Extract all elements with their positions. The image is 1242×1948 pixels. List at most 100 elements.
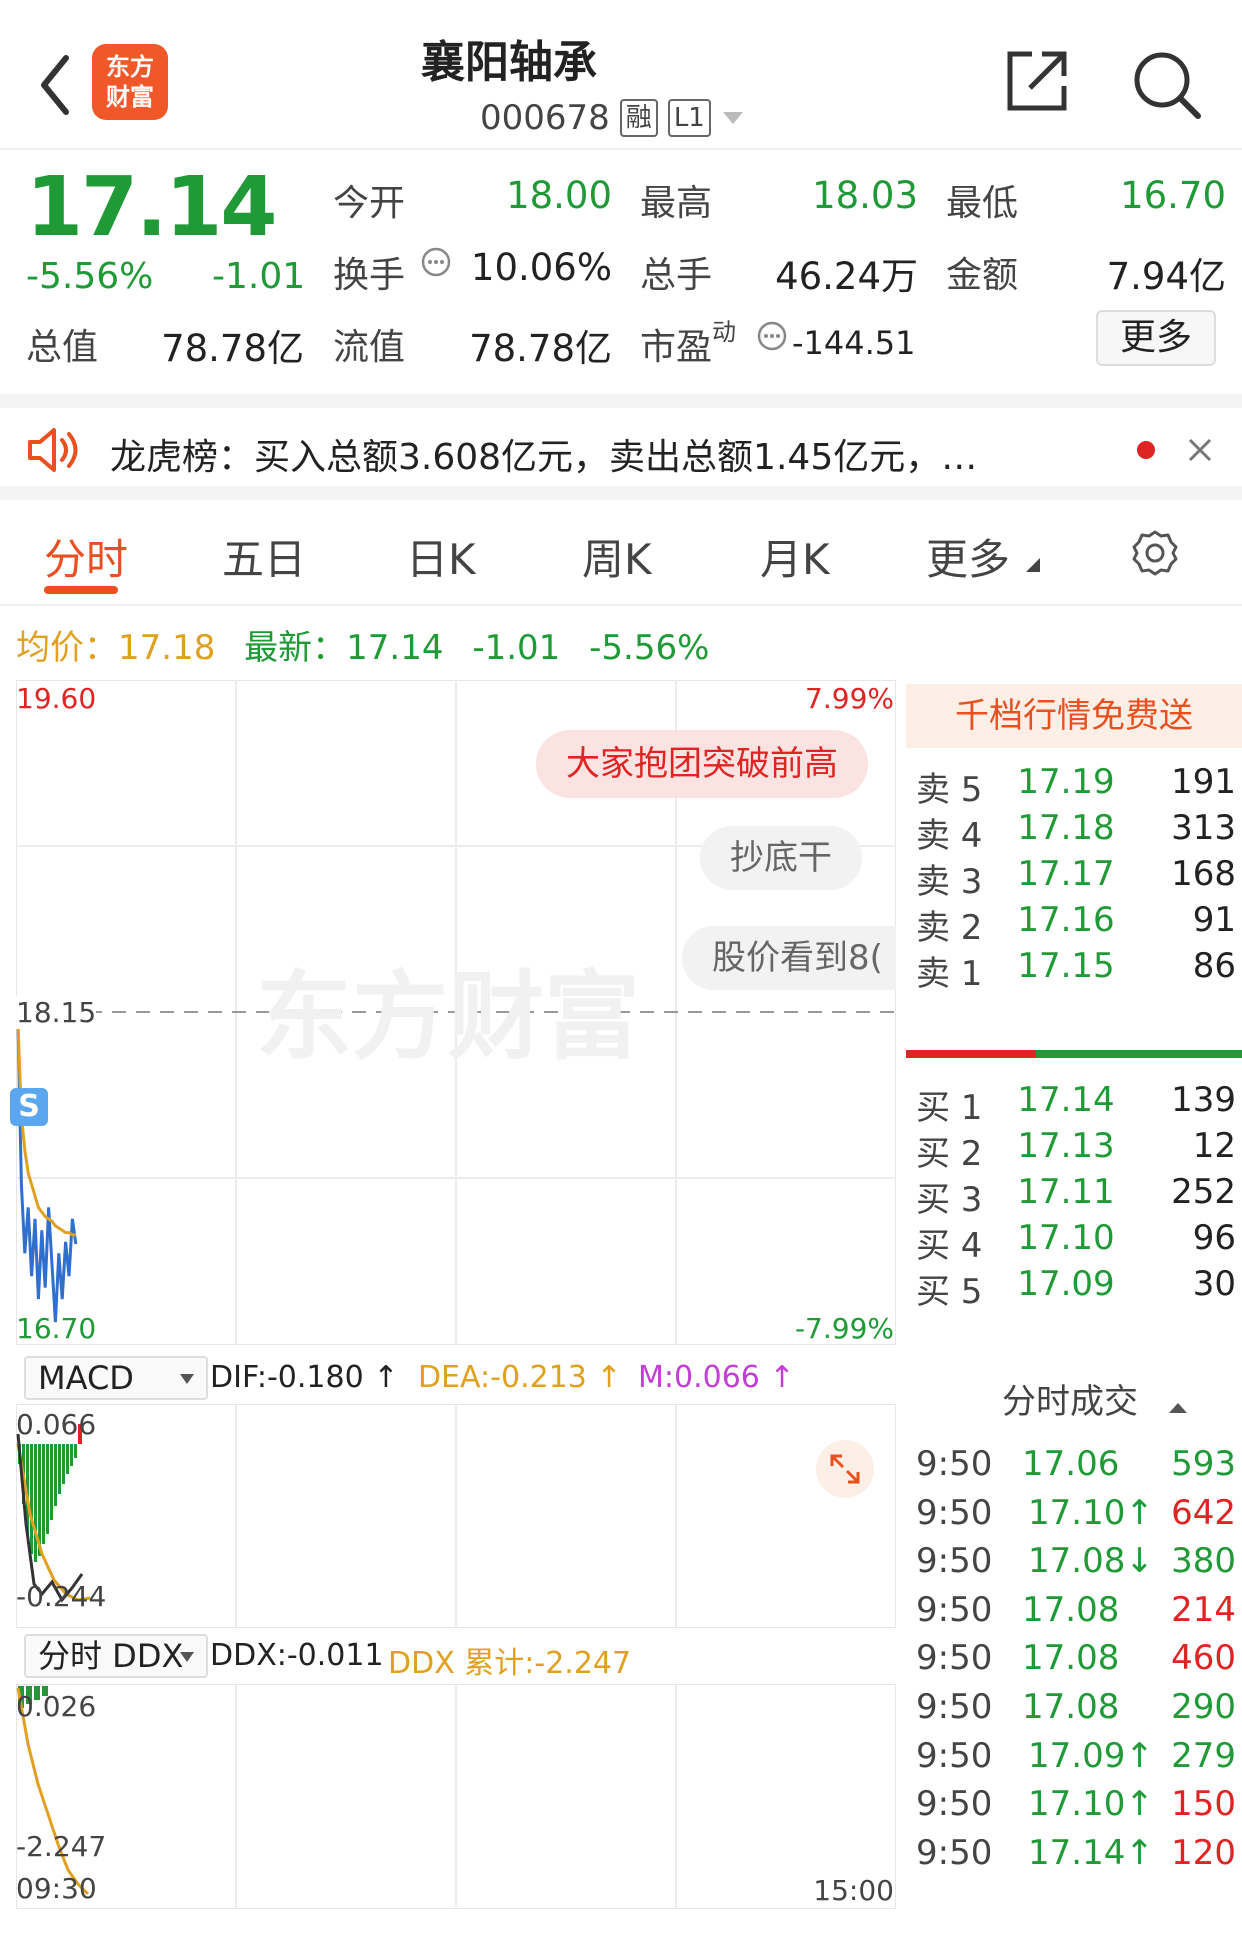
ask-label: 卖 5 — [916, 770, 983, 810]
trade-time: 9:50 — [916, 1638, 993, 1679]
ask-volume: 313 — [1171, 808, 1236, 848]
expand-button[interactable] — [816, 1440, 874, 1498]
notice-bar[interactable]: 龙虎榜：买入总额3.608亿元，卖出总额1.45亿元，… — [0, 394, 1242, 500]
bid-volume: 30 — [1192, 1264, 1236, 1304]
ask-row[interactable]: 卖 4 17.18 313 — [906, 808, 1242, 858]
latest-value: 17.14 — [346, 628, 444, 668]
info-icon[interactable] — [420, 246, 452, 278]
margin-tag: 融 — [619, 99, 658, 137]
float-cap-value: 78.78亿 — [469, 327, 612, 370]
ddx-indicator-bar: 分时 DDX DDX:-0.011 DDX 累计:-2.247 — [16, 1630, 896, 1682]
indicator-selector[interactable]: 分时 DDX — [24, 1634, 208, 1678]
macd-indicator-bar: MACD DIF:-0.180 ↑ DEA:-0.213 ↑ M:0.066 ↑ — [16, 1352, 896, 1404]
notice-text[interactable]: 龙虎榜：买入总额3.608亿元，卖出总额1.45亿元，… — [110, 428, 977, 480]
bid-row[interactable]: 买 1 17.14 139 — [906, 1080, 1242, 1130]
stock-name: 襄阳轴承 — [421, 37, 597, 88]
back-arrow-icon[interactable] — [36, 50, 76, 120]
avg-price-value: 17.18 — [118, 628, 216, 668]
indicator-selector[interactable]: MACD — [24, 1356, 208, 1400]
trades-header[interactable]: 分时成交 — [1002, 1374, 1187, 1423]
bid-row[interactable]: 买 4 17.10 96 — [906, 1218, 1242, 1268]
collapse-arrow-icon — [1168, 1403, 1187, 1413]
tab-five-day[interactable]: 五日 — [222, 526, 306, 587]
bid-row[interactable]: 买 3 17.11 252 — [906, 1172, 1242, 1222]
trade-price: 17.08 — [1022, 1638, 1120, 1679]
ask-row[interactable]: 卖 2 17.16 91 — [906, 900, 1242, 950]
float-cap-label: 流值 — [333, 327, 406, 368]
level2-promo-banner[interactable]: 千档行情免费送 — [906, 684, 1242, 748]
trade-price: 17.10↑ — [1028, 1784, 1154, 1825]
open-label: 今开 — [333, 183, 406, 224]
tab-more-corner-icon — [1026, 558, 1040, 572]
bid-volume: 252 — [1171, 1172, 1236, 1212]
ask-volume: 86 — [1192, 946, 1236, 986]
macd-axis-bottom: -0.244 — [16, 1580, 107, 1613]
ddx-chart[interactable]: 0.026 -2.247 09:30 15:00 — [15, 1683, 897, 1910]
bid-row[interactable]: 买 2 17.13 12 — [906, 1126, 1242, 1176]
trade-time: 9:50 — [916, 1784, 993, 1825]
trade-price: 17.08 — [1022, 1687, 1120, 1727]
indicator-selector-label: 分时 DDX — [38, 1637, 184, 1675]
close-icon[interactable] — [1186, 436, 1214, 464]
trade-row: 9:50 17.08 290 — [906, 1687, 1242, 1737]
tab-weekly-k[interactable]: 周K — [582, 526, 652, 587]
x-axis-end-time: 15:00 — [813, 1874, 894, 1907]
ask-row[interactable]: 卖 1 17.15 86 — [906, 946, 1242, 996]
macd-histogram-bar — [46, 1444, 49, 1534]
bid-row[interactable]: 买 5 17.09 30 — [906, 1264, 1242, 1314]
settings-gear-icon[interactable] — [1130, 528, 1180, 578]
stock-code-row: 000678 融 L1 — [480, 98, 745, 138]
trade-volume: 150 — [1171, 1784, 1236, 1825]
search-icon[interactable] — [1130, 48, 1202, 120]
trade-time: 9:50 — [916, 1444, 993, 1484]
x-axis-start-time: 09:30 — [16, 1872, 97, 1905]
ask-volume: 191 — [1171, 762, 1236, 802]
trade-volume: 593 — [1171, 1444, 1236, 1484]
ask-price: 17.15 — [1017, 946, 1115, 986]
comment-bubble[interactable]: 股价看到8( — [682, 926, 896, 990]
macd-chart[interactable]: 0.066 -0.244 — [15, 1403, 897, 1629]
ddx-value: DDX:-0.011 — [210, 1638, 384, 1673]
ask-row[interactable]: 卖 3 17.17 168 — [906, 854, 1242, 904]
ddx-chart-svg — [15, 1683, 897, 1910]
tab-daily-k[interactable]: 日K — [406, 526, 476, 587]
tab-monthly-k[interactable]: 月K — [760, 526, 830, 587]
current-price: 17.14 — [26, 160, 277, 255]
ask-label: 卖 2 — [916, 908, 983, 948]
trade-time: 9:50 — [916, 1687, 993, 1727]
turnover-value: 10.06% — [470, 246, 612, 289]
ask-volume: 91 — [1192, 900, 1236, 940]
sell-signal-marker[interactable]: S — [10, 1088, 48, 1126]
intraday-chart[interactable]: 东方财富 19.60 7.99% 18.15 16.70 -7.99% 大家抱团… — [10, 679, 897, 1346]
share-icon[interactable] — [1002, 46, 1072, 116]
trade-row: 9:50 17.10↑ 642 — [906, 1493, 1242, 1543]
trade-row: 9:50 17.08↓ 380 — [906, 1541, 1242, 1591]
trade-row: 9:50 17.10↑ 150 — [906, 1784, 1242, 1834]
macd-chart-svg — [15, 1403, 897, 1629]
tab-intraday[interactable]: 分时 — [44, 526, 128, 587]
y-axis-top-price: 19.60 — [16, 682, 97, 715]
pe-superscript: 动 — [712, 318, 736, 346]
trade-price: 17.08↓ — [1028, 1541, 1154, 1582]
logo-text: 东方 — [106, 52, 154, 81]
trade-row: 9:50 17.09↑ 279 — [906, 1736, 1242, 1786]
unread-dot-icon — [1137, 441, 1155, 459]
divider — [0, 604, 1242, 606]
macd-histogram-bar — [30, 1444, 33, 1554]
dropdown-arrow-icon — [180, 1374, 194, 1384]
comment-bubble[interactable]: 大家抱团突破前高 — [536, 730, 868, 798]
more-quote-button[interactable]: 更多 — [1096, 310, 1216, 366]
ask-label: 卖 4 — [916, 816, 983, 856]
trade-time: 9:50 — [916, 1492, 993, 1533]
dropdown-arrow-icon[interactable] — [721, 108, 745, 128]
active-tab-indicator — [44, 586, 118, 594]
tab-more[interactable]: 更多 — [926, 526, 1010, 587]
ask-row[interactable]: 卖 5 17.19 191 — [906, 762, 1242, 812]
bid-price: 17.11 — [1017, 1172, 1115, 1212]
comment-bubble[interactable]: 抄底干 — [700, 826, 862, 890]
ask-label: 卖 1 — [916, 954, 983, 994]
trade-price: 17.14↑ — [1028, 1832, 1154, 1873]
bid-label: 买 1 — [916, 1088, 983, 1128]
ddx-cumulative: DDX 累计:-2.247 — [388, 1646, 632, 1681]
info-icon[interactable] — [756, 320, 788, 352]
